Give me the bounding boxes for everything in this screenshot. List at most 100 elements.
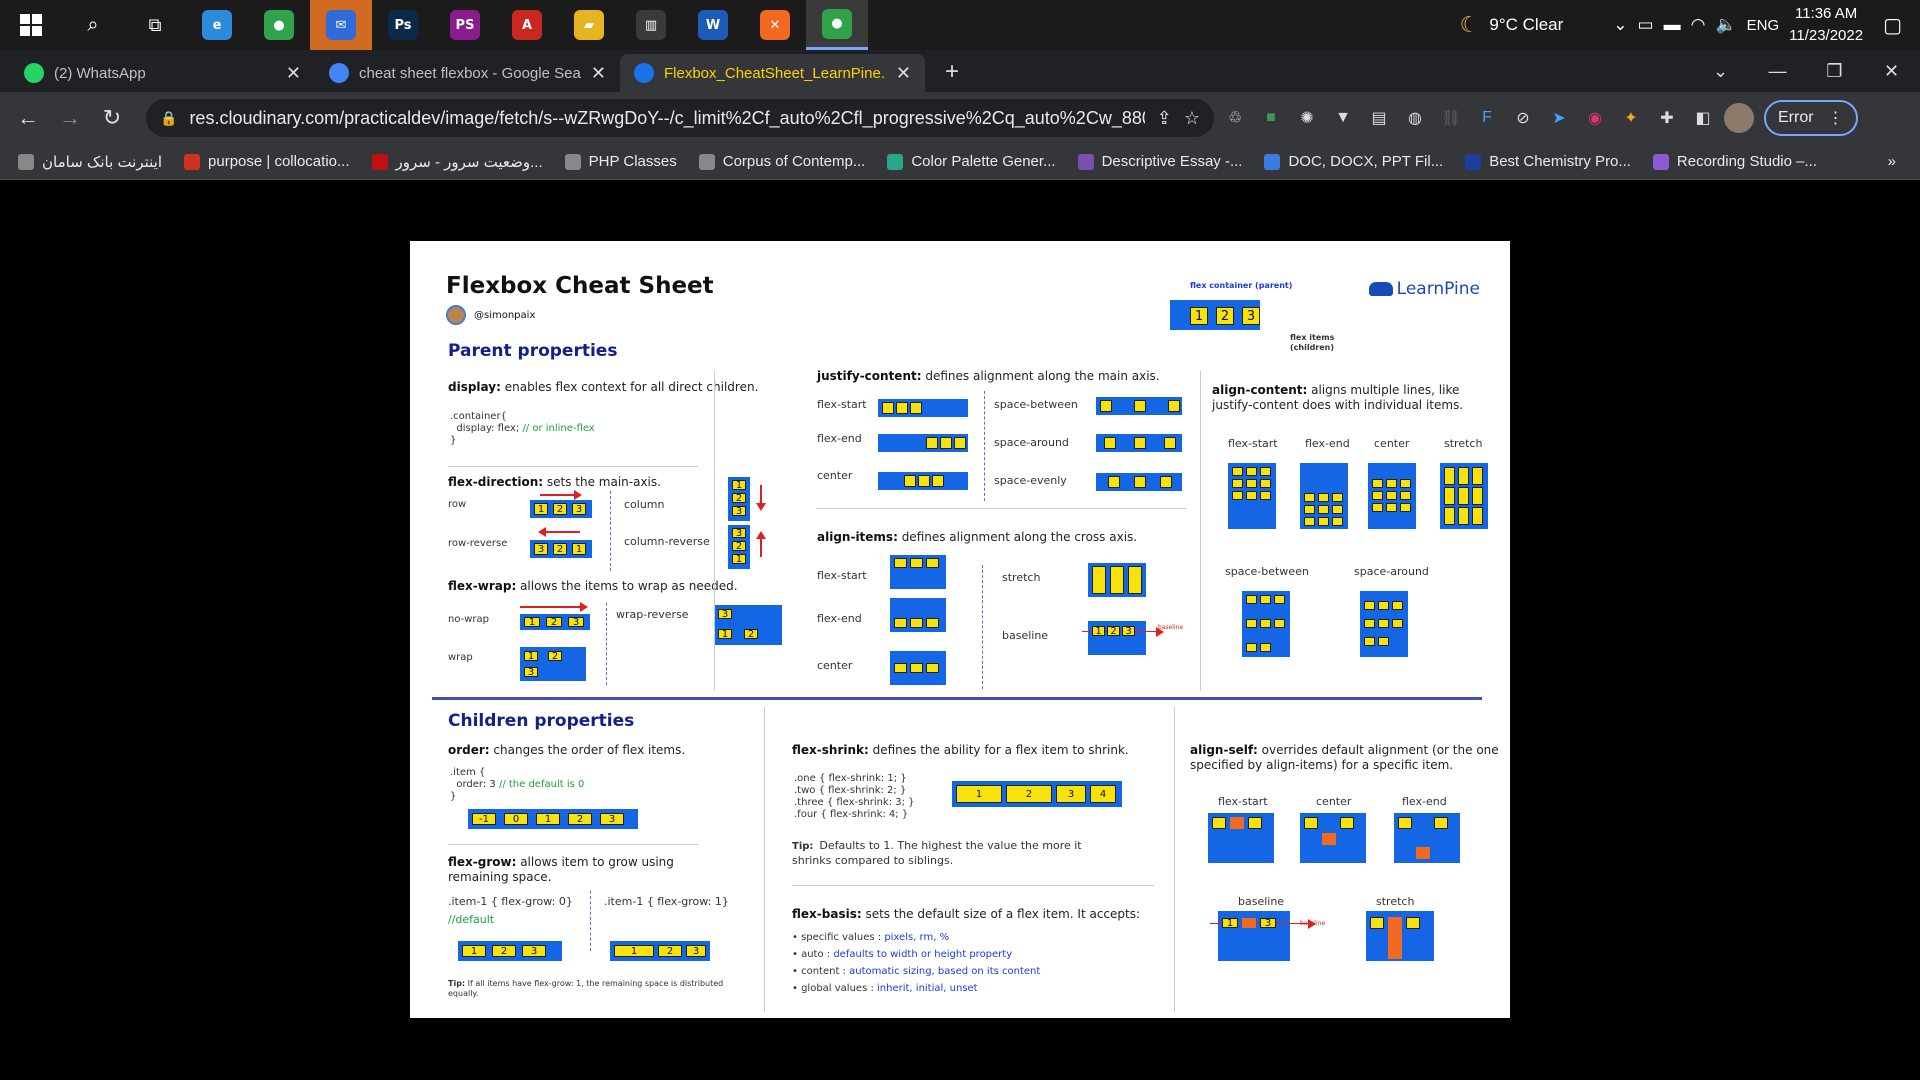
- profile-avatar[interactable]: [1724, 103, 1754, 133]
- chevron-up-icon[interactable]: ⌄: [1613, 15, 1627, 35]
- align-items-title: align-items:: [817, 530, 898, 544]
- bookmark-item[interactable]: DOC, DOCX, PPT Fil...: [1264, 153, 1443, 171]
- xampp-icon: ✕: [760, 10, 790, 40]
- recycle-extension-icon[interactable]: ♲: [1220, 103, 1250, 133]
- fd-column-reverse-item: 3: [732, 528, 746, 539]
- notifications-icon[interactable]: ▢: [1883, 13, 1902, 38]
- bookmark-item[interactable]: وضعیت سرور - سرور...: [371, 153, 543, 171]
- speaker-icon[interactable]: 🔈: [1715, 15, 1736, 35]
- taskbar-app-edge[interactable]: e: [186, 0, 248, 50]
- compass-extension-icon[interactable]: ⊘: [1508, 103, 1538, 133]
- as-item: [1212, 817, 1226, 829]
- ac-item: [1372, 491, 1383, 500]
- divider: [606, 603, 607, 685]
- bookmark-item[interactable]: اینترنت بانک سامان: [18, 153, 162, 171]
- ac-item: [1232, 467, 1243, 476]
- fw-wrap-item: 2: [548, 651, 562, 662]
- taskbar-app-chrome[interactable]: ●: [806, 0, 868, 50]
- bookmark-label: Best Chemistry Pro...: [1489, 153, 1631, 170]
- audio-extension-icon[interactable]: ◍: [1400, 103, 1430, 133]
- taskbar-app-file-explorer[interactable]: ▰: [558, 0, 620, 50]
- taskbar-app-reader[interactable]: ▥: [620, 0, 682, 50]
- order-item: 0: [504, 813, 528, 825]
- task-view-button[interactable]: ⧉: [124, 0, 186, 50]
- taskbar-app-chrome[interactable]: ●: [248, 0, 310, 50]
- windows-start-button[interactable]: [0, 0, 62, 50]
- bookmark-item[interactable]: Color Palette Gener...: [887, 153, 1056, 171]
- reload-button[interactable]: ↻: [92, 98, 132, 138]
- as-item: [1248, 817, 1262, 829]
- forward-button[interactable]: →: [50, 98, 90, 138]
- window-controls: ⌄ — ❐ ✕: [1692, 50, 1920, 92]
- taskbar-app-xampp[interactable]: ✕: [744, 0, 806, 50]
- error-button[interactable]: Error ⋮: [1764, 100, 1858, 136]
- edge-icon: e: [202, 10, 232, 40]
- wifi-icon[interactable]: ◠: [1691, 15, 1706, 35]
- taskbar-app-acrobat[interactable]: A: [496, 0, 558, 50]
- browser-tab[interactable]: cheat sheet flexbox - Google Sea ✕: [315, 54, 620, 92]
- flex-direction-desc: sets the main-axis.: [543, 475, 661, 489]
- divider: [448, 844, 698, 845]
- vue-extension-icon[interactable]: ▼: [1328, 103, 1358, 133]
- fw-nowrap-arrow: [520, 602, 588, 612]
- taskbar-app-word[interactable]: W: [682, 0, 744, 50]
- bookmark-item[interactable]: Descriptive Essay -...: [1077, 153, 1242, 171]
- taskbar-app-phpstorm[interactable]: PS: [434, 0, 496, 50]
- new-tab-button[interactable]: +: [945, 58, 959, 86]
- instagram-extension-icon[interactable]: ◉: [1580, 103, 1610, 133]
- display-code-end: }: [450, 435, 457, 446]
- battery-icon[interactable]: ▬: [1664, 15, 1681, 35]
- cat-extension-icon[interactable]: ✺: [1292, 103, 1322, 133]
- close-tab-icon[interactable]: ✕: [896, 63, 911, 84]
- taskbar-app-photoshop[interactable]: Ps: [372, 0, 434, 50]
- bookmarks-overflow-icon[interactable]: »: [1888, 153, 1896, 170]
- learnpine-logo-icon: [1368, 282, 1393, 296]
- bookmark-item[interactable]: Best Chemistry Pro...: [1465, 153, 1631, 171]
- divider: [816, 508, 1186, 509]
- search-button[interactable]: ⌕: [62, 0, 124, 50]
- fd-column-reverse-arrow: [756, 531, 766, 557]
- weather-text[interactable]: 9°C Clear: [1489, 15, 1563, 35]
- bookmark-item[interactable]: PHP Classes: [564, 153, 677, 171]
- browser-tab[interactable]: (2) WhatsApp ✕: [10, 54, 315, 92]
- section-divider: [432, 697, 1482, 700]
- language-indicator[interactable]: ENG: [1747, 17, 1780, 34]
- bookmark-star-icon[interactable]: ☆: [1184, 108, 1200, 129]
- bookmark-label: purpose | collocatio...: [208, 153, 350, 170]
- color-extension-icon[interactable]: ✦: [1616, 103, 1646, 133]
- bookmark-label: Recording Studio –...: [1676, 153, 1817, 170]
- taskbar-app-thunderbird[interactable]: ✉: [310, 0, 372, 50]
- close-window-button[interactable]: ✕: [1863, 50, 1920, 92]
- bookmark-item[interactable]: Recording Studio –...: [1652, 153, 1817, 171]
- address-bar[interactable]: 🔒 res.cloudinary.com/practicaldev/image/…: [146, 99, 1214, 137]
- clock[interactable]: 11:36 AM 11/23/2022: [1789, 3, 1863, 47]
- minimize-button[interactable]: —: [1749, 50, 1806, 92]
- fi-extension-icon[interactable]: F: [1472, 103, 1502, 133]
- send-extension-icon[interactable]: ➤: [1544, 103, 1574, 133]
- ac-item: [1274, 595, 1285, 604]
- side-panel-icon[interactable]: ◧: [1688, 103, 1718, 133]
- bookmark-item[interactable]: purpose | collocatio...: [184, 153, 350, 171]
- file-explorer-icon: ▰: [574, 10, 604, 40]
- ac-item: [1378, 601, 1389, 610]
- lock-icon[interactable]: 🔒: [160, 110, 177, 127]
- restore-button[interactable]: ❐: [1806, 50, 1863, 92]
- extensions-puzzle-icon[interactable]: ✚: [1652, 103, 1682, 133]
- ro-extension-icon[interactable]: ■: [1256, 103, 1286, 133]
- clock-date: 11/23/2022: [1789, 27, 1864, 44]
- share-icon[interactable]: ⇪: [1157, 108, 1172, 129]
- as-flex-start-label: flex-start: [1218, 795, 1268, 808]
- meet-icon[interactable]: ▭: [1638, 15, 1654, 35]
- close-tab-icon[interactable]: ✕: [591, 63, 606, 84]
- close-tab-icon[interactable]: ✕: [286, 63, 301, 84]
- separator: :: [839, 966, 850, 977]
- column-divider: [764, 707, 765, 1012]
- bookmark-item[interactable]: Corpus of Contemp...: [698, 153, 865, 171]
- ac-item: [1260, 619, 1271, 628]
- back-button[interactable]: ←: [8, 98, 48, 138]
- url-text[interactable]: res.cloudinary.com/practicaldev/image/fe…: [189, 108, 1144, 129]
- calendar-extension-icon[interactable]: ▤: [1364, 103, 1394, 133]
- link-extension-icon[interactable]: ⛓: [1436, 103, 1466, 133]
- browser-tab[interactable]: Flexbox_CheatSheet_LearnPine.p ✕: [620, 54, 925, 92]
- tab-search-icon[interactable]: ⌄: [1692, 50, 1749, 92]
